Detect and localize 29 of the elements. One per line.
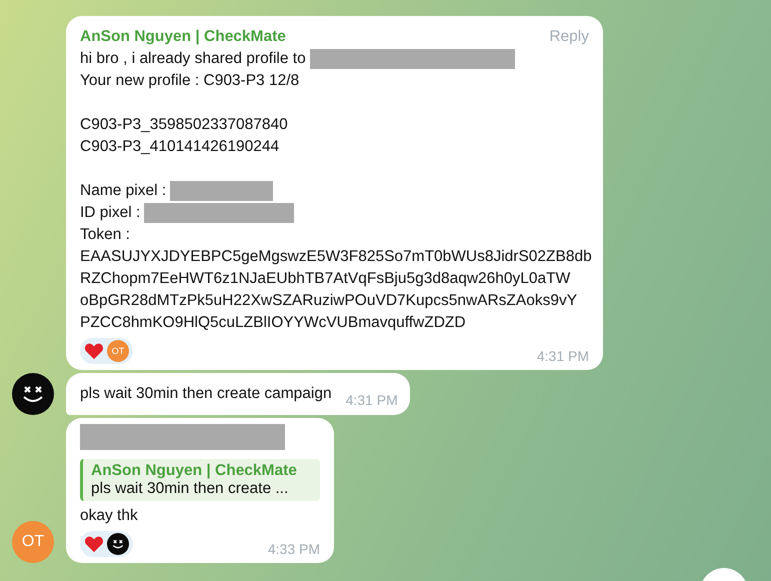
message-text: PZCC8hmKO9HlQ5cuLZBlIOYYWcVUBmavquffwZDZD (80, 314, 466, 332)
message-text: Token : (80, 226, 130, 244)
quote-text: pls wait 30min then create ... (91, 480, 290, 498)
message-time: 4:33 PM (268, 541, 320, 557)
reactor-face-icon (107, 533, 129, 555)
message-time: 4:31 PM (346, 392, 398, 408)
user-avatar[interactable]: OT (12, 521, 54, 563)
quote-sender: AnSon Nguyen | CheckMate (91, 462, 298, 480)
quoted-message[interactable]: AnSon Nguyen | CheckMate pls wait 30min then create ... (80, 459, 320, 501)
message-text: oBpGR28dMTzPk5uH22XwSZARuziwPOuVD7Kupcs5nwARsZAoks9vY (80, 292, 578, 310)
sender-name[interactable]: AnSon Nguyen | CheckMate (80, 28, 286, 46)
reply-link[interactable]: Reply (549, 28, 589, 46)
message-text: pls wait 30min then create campaign (80, 384, 332, 404)
message-time: 4:31 PM (536, 348, 589, 364)
reactor-avatar: OT (107, 340, 129, 362)
message-text: Your new profile : C903-P3 12/8 (80, 72, 300, 90)
message-text: C903-P3_410141426190244 (80, 138, 280, 156)
message-text: RZChopm7EeHWT6z1NJaEUbhTB7AtVqFsBju5g3d8aqw26h0yL0aTW (80, 270, 570, 288)
message-text: okay thk (80, 506, 139, 526)
message-text: hi bro , i already shared profile to (80, 50, 306, 68)
message-text: EAASUJYXJDYEBPC5geMgswzE5W3F825So7mT0bWUs8JidrS02ZB8db (80, 248, 592, 266)
reaction-pill[interactable]: OT (80, 338, 133, 364)
heart-icon (84, 535, 104, 553)
message-text: ID pixel : (80, 204, 140, 222)
reaction-pill[interactable] (80, 531, 133, 557)
message-text: Name pixel : (80, 182, 166, 200)
heart-icon (84, 342, 104, 360)
message-text: C903-P3_3598502337087840 (80, 116, 288, 134)
avatar-face-icon[interactable] (12, 373, 54, 415)
